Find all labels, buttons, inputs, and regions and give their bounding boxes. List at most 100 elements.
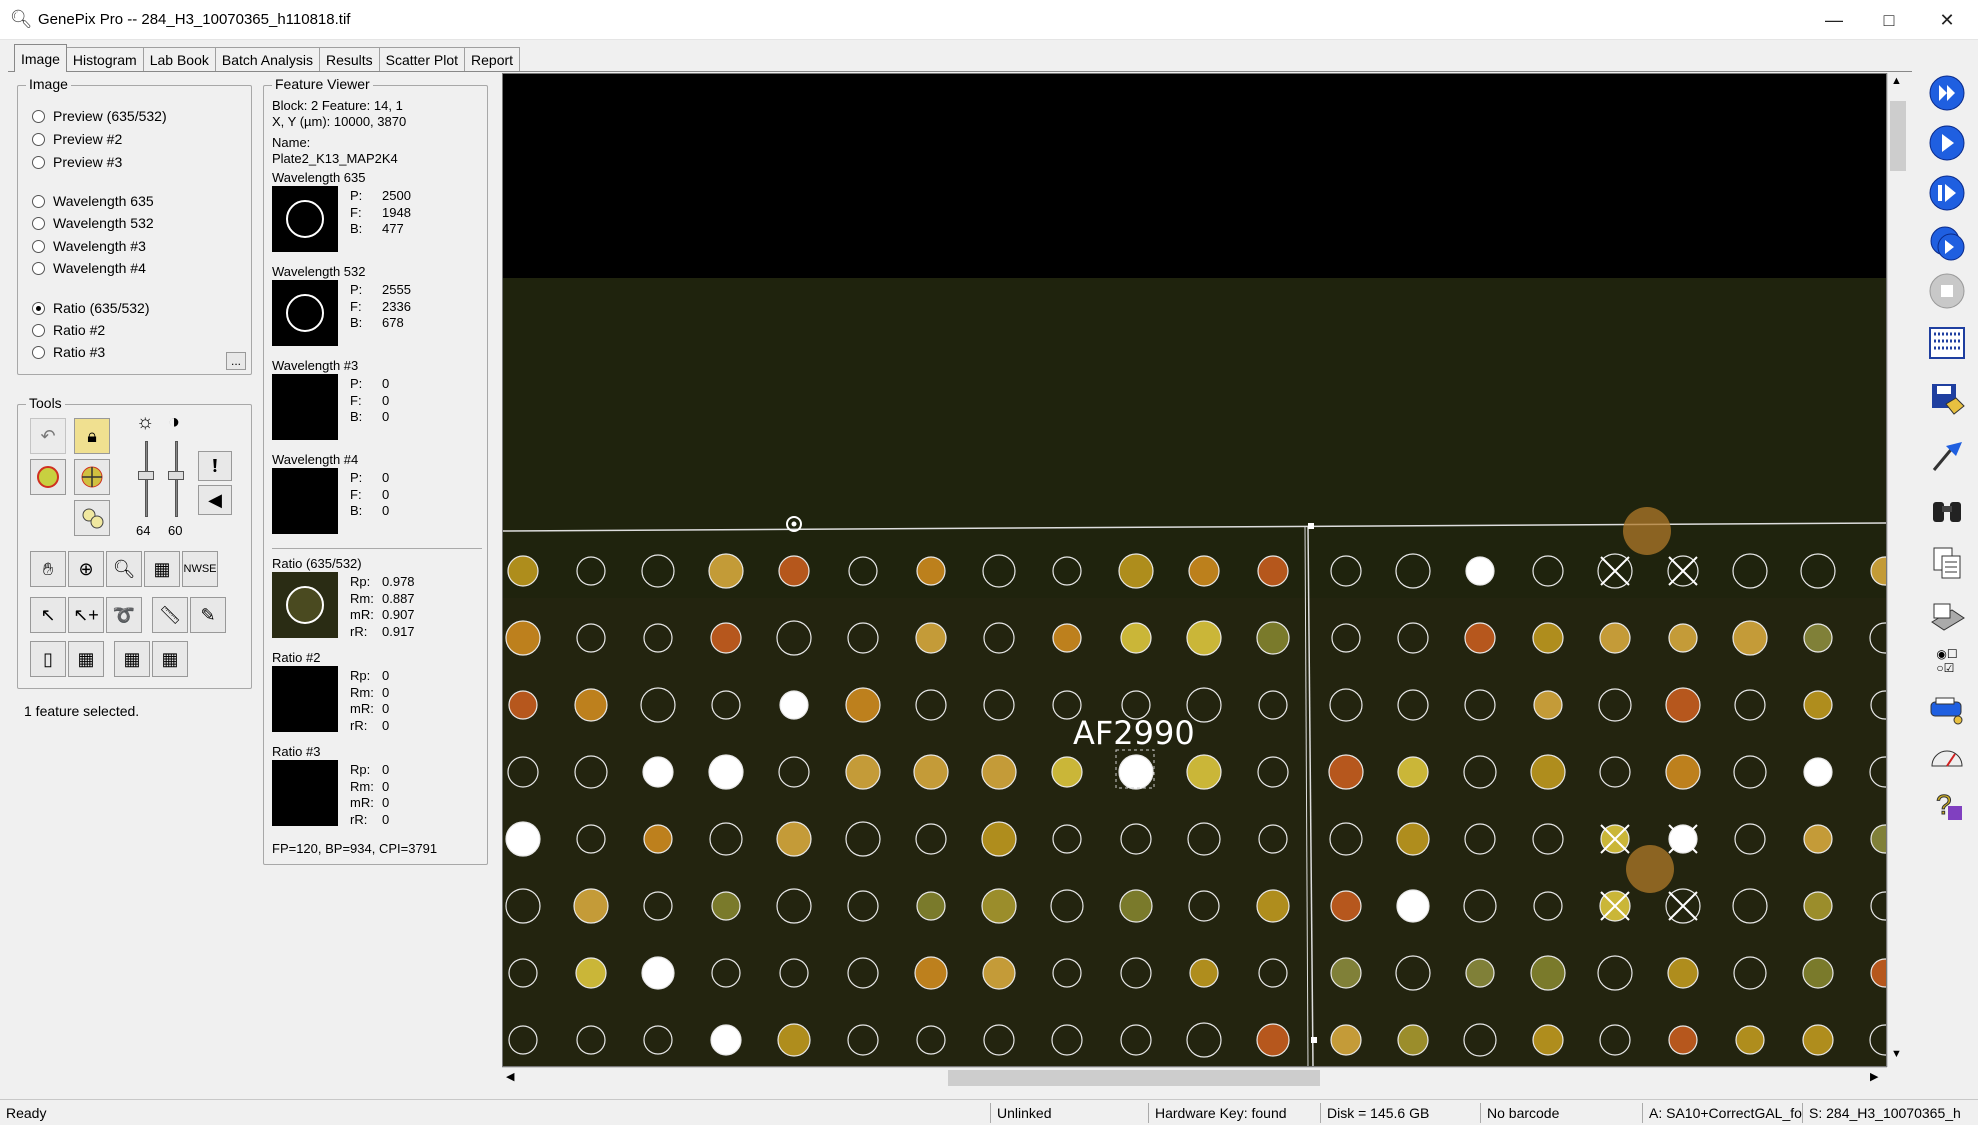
tab-report[interactable]: Report (464, 47, 521, 72)
contrast-slider[interactable] (168, 441, 184, 517)
array-spot[interactable] (1397, 756, 1429, 788)
array-spot[interactable] (711, 891, 741, 921)
radio-wavelength-635[interactable]: Wavelength 635 (32, 193, 154, 209)
array-spot[interactable] (1051, 756, 1083, 788)
gauge-icon[interactable] (1926, 736, 1968, 778)
hand-tool-button[interactable]: ✋︎ (30, 551, 66, 587)
radio-ratio-635-532[interactable]: Ratio (635/532) (32, 300, 150, 316)
barcode-button[interactable] (1926, 322, 1968, 364)
array-spot[interactable] (777, 1023, 811, 1057)
rotate-feature-button[interactable] (30, 459, 66, 495)
array-spot[interactable] (1802, 957, 1834, 989)
array-spot[interactable] (1464, 622, 1496, 654)
array-spot[interactable] (845, 687, 881, 723)
grid-mode-button[interactable]: ▦ (68, 641, 104, 677)
lock-button[interactable]: 🔒︎ (74, 418, 110, 454)
radio-dot[interactable] (32, 323, 45, 337)
select-tool-button[interactable]: ↖ (30, 597, 66, 633)
array-spot[interactable] (1396, 889, 1430, 923)
radio-preview-3[interactable]: Preview #3 (32, 154, 122, 170)
array-spot[interactable] (643, 824, 673, 854)
undo-button[interactable]: ↶ (30, 418, 66, 454)
array-spot[interactable] (1530, 754, 1566, 790)
flag-icon[interactable] (1926, 434, 1968, 476)
close-button[interactable]: ✕ (1918, 0, 1976, 40)
array-spot[interactable] (1532, 622, 1564, 654)
copy-icon[interactable] (1926, 542, 1968, 584)
array-spot[interactable] (1803, 757, 1833, 787)
find-feature-button[interactable] (74, 459, 110, 495)
hardware-icon[interactable] (1926, 688, 1968, 730)
array-spot[interactable] (981, 888, 1017, 924)
add-feature-button[interactable]: ↖+ (68, 597, 104, 633)
array-spot[interactable] (1189, 958, 1219, 988)
array-spot[interactable] (641, 956, 675, 990)
radio-preview-635-532[interactable]: Preview (635/532) (32, 108, 167, 124)
tab-image[interactable]: Image (14, 44, 67, 72)
array-spot[interactable] (1396, 822, 1430, 856)
tab-lab-book[interactable]: Lab Book (142, 47, 216, 72)
vertical-scrollbar[interactable]: ▲ ▼ (1887, 73, 1907, 1067)
array-spot[interactable] (915, 622, 947, 654)
scroll-right-icon[interactable]: ▶ (1870, 1070, 1878, 1083)
array-spot[interactable] (708, 553, 744, 589)
radio-dot[interactable] (32, 194, 45, 208)
array-spot[interactable] (1256, 889, 1290, 923)
array-spot[interactable] (1257, 555, 1289, 587)
step-button[interactable] (1926, 172, 1968, 214)
array-spot[interactable] (1665, 754, 1701, 790)
array-spot[interactable] (1668, 1025, 1698, 1055)
fast-forward-button[interactable] (1926, 72, 1968, 114)
block-mode-button[interactable]: ▯ (30, 641, 66, 677)
minimize-button[interactable]: — (1805, 0, 1863, 40)
pencil-button[interactable]: ✎ (190, 597, 226, 633)
binoculars-icon[interactable] (1926, 490, 1968, 532)
radio-wavelength-532[interactable]: Wavelength 532 (32, 215, 154, 231)
array-spot[interactable] (505, 620, 541, 656)
array-spot[interactable] (1735, 1025, 1765, 1055)
save-icon[interactable] (1926, 378, 1968, 420)
horizontal-scroll-thumb[interactable] (948, 1070, 1320, 1086)
array-spot[interactable] (1803, 824, 1833, 854)
zoom-in-button[interactable]: 🔍︎ (106, 551, 142, 587)
maximize-button[interactable]: □ (1860, 0, 1918, 40)
array-spot[interactable] (574, 688, 608, 722)
radio-dot[interactable] (32, 301, 45, 315)
microarray-image[interactable] (503, 74, 1887, 1067)
array-spot[interactable] (1533, 690, 1563, 720)
array-spot[interactable] (1256, 621, 1290, 655)
array-spot[interactable] (575, 957, 607, 989)
ruler-button[interactable]: 📏︎ (152, 597, 188, 633)
array-spot[interactable] (1803, 623, 1833, 653)
radio-dot[interactable] (32, 239, 45, 253)
array-spot[interactable] (642, 756, 674, 788)
array-spot[interactable] (1665, 687, 1701, 723)
options-toggle[interactable]: ◉☐ ○☑ (1926, 640, 1968, 682)
array-spot[interactable] (710, 622, 742, 654)
array-spot[interactable] (1118, 754, 1154, 790)
grid-add-button[interactable]: ▦ (114, 641, 150, 677)
array-spot[interactable] (1465, 556, 1495, 586)
scanner-icon[interactable] (1926, 596, 1968, 638)
array-spot[interactable] (1188, 555, 1220, 587)
array-spot[interactable] (1732, 620, 1768, 656)
calculator-button[interactable]: ▦ (144, 551, 180, 587)
array-spot[interactable] (981, 821, 1017, 857)
radio-wavelength-4[interactable]: Wavelength #4 (32, 260, 146, 276)
radio-ratio-2[interactable]: Ratio #2 (32, 322, 105, 338)
radio-wavelength-3[interactable]: Wavelength #3 (32, 238, 146, 254)
horizontal-scrollbar[interactable]: ◀ ▶ (502, 1067, 1887, 1087)
array-spot[interactable] (573, 888, 609, 924)
radio-dot[interactable] (32, 345, 45, 359)
array-spot[interactable] (914, 956, 948, 990)
features-button[interactable] (74, 500, 110, 536)
radio-dot[interactable] (32, 155, 45, 169)
array-spot[interactable] (505, 821, 541, 857)
radio-preview-2[interactable]: Preview #2 (32, 131, 122, 147)
array-spot[interactable] (913, 754, 949, 790)
array-spot[interactable] (507, 555, 539, 587)
radio-ratio-3[interactable]: Ratio #3 (32, 344, 105, 360)
array-spot[interactable] (982, 956, 1016, 990)
multi-scan-button[interactable] (1926, 222, 1968, 264)
array-spot[interactable] (916, 891, 946, 921)
